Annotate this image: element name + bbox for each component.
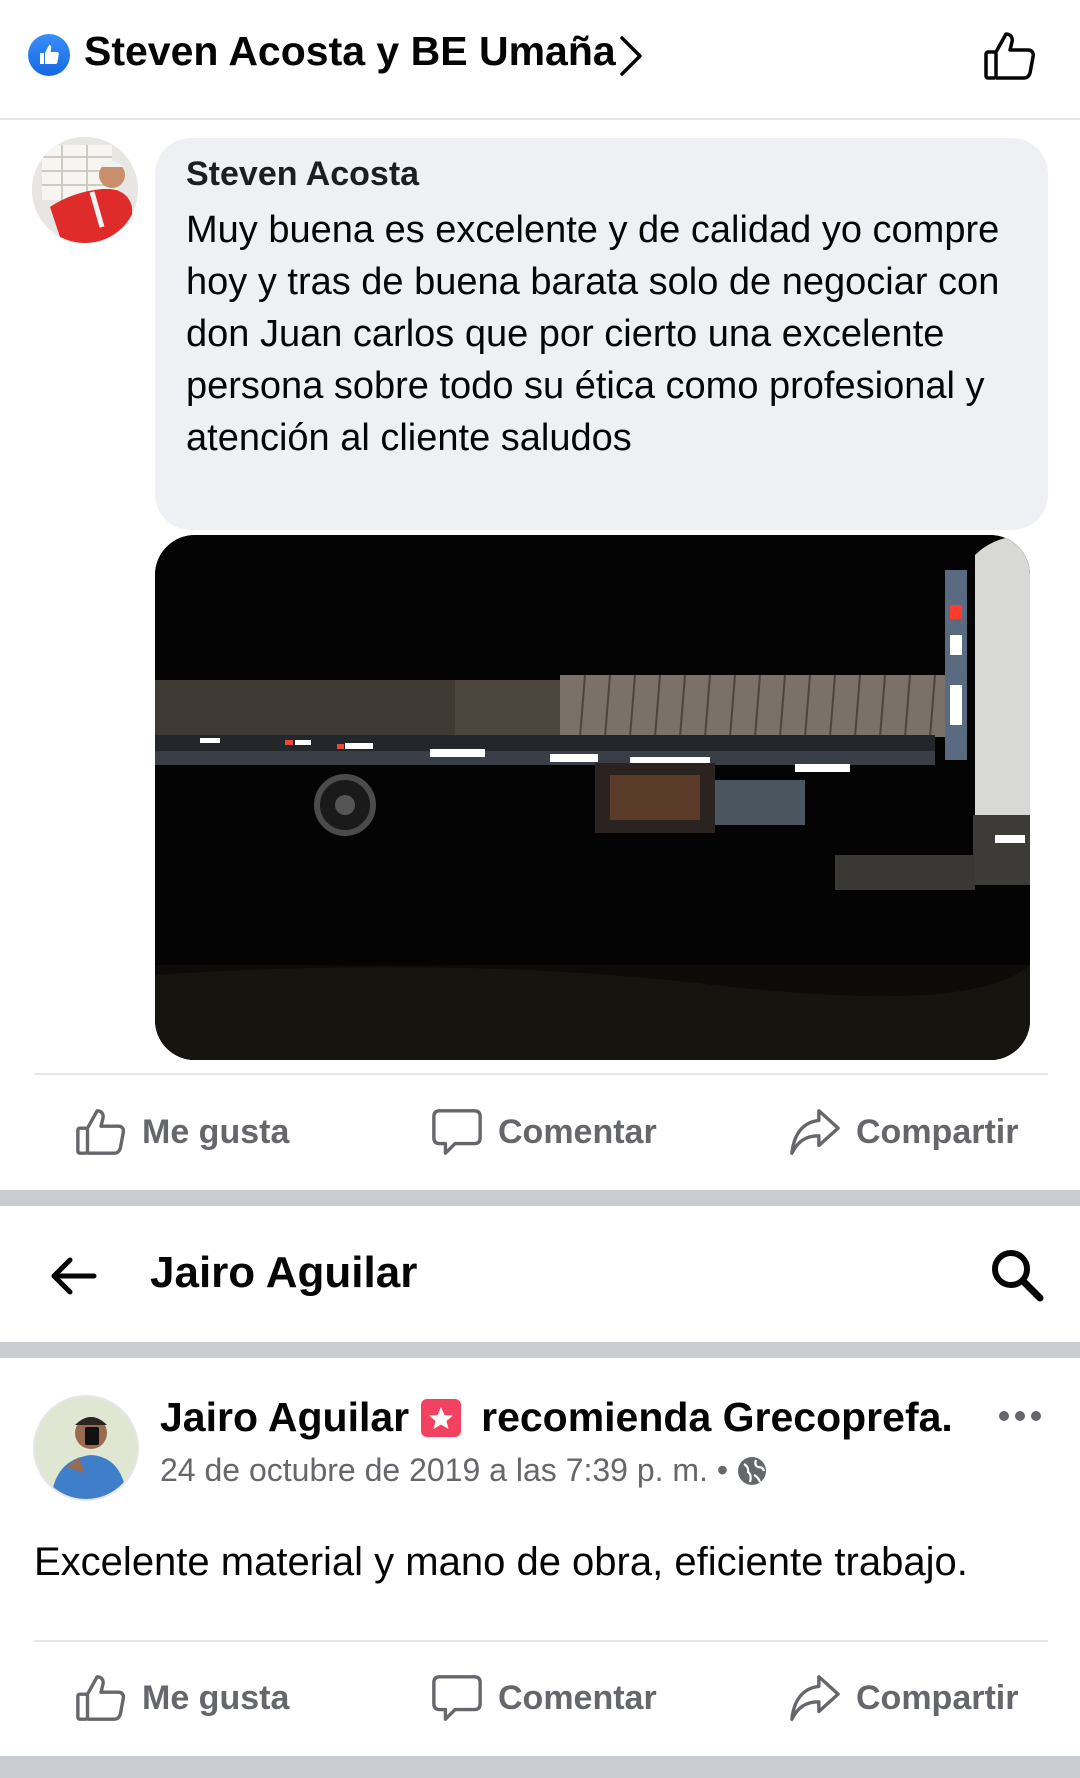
divider [34,1640,1048,1642]
comment-photo[interactable] [155,535,1030,1060]
post-actions: Me gusta Comentar Compartir [0,1092,1080,1172]
comment-label: Comentar [498,1112,657,1151]
avatar[interactable] [32,137,138,243]
share-button[interactable]: Compartir [788,1658,1018,1738]
like-button[interactable]: Me gusta [74,1658,289,1738]
divider [34,1073,1048,1075]
comment-author[interactable]: Steven Acosta [186,155,419,194]
more-options-icon[interactable] [998,1408,1042,1429]
like-icon [76,1675,126,1721]
share-label: Compartir [856,1678,1019,1717]
share-label: Compartir [856,1112,1019,1151]
recommend-icon [421,1398,462,1437]
section-separator [0,1190,1080,1206]
comment-label: Comentar [498,1678,657,1717]
like-reaction-icon [28,34,70,76]
back-arrow-icon[interactable] [48,1256,98,1301]
avatar[interactable] [33,1395,139,1501]
share-icon [790,1109,840,1155]
like-icon [76,1109,126,1155]
comment-button[interactable]: Comentar [430,1658,657,1738]
comment-button[interactable]: Comentar [430,1092,657,1172]
post-meta: 24 de octubre de 2019 a las 7:39 p. m. • [160,1452,768,1489]
like-label: Me gusta [142,1112,290,1151]
section-separator [0,1756,1080,1778]
like-button[interactable]: Me gusta [74,1092,289,1172]
thread-title[interactable]: Steven Acosta y BE Umaña [84,28,616,75]
like-outline-icon[interactable] [982,28,1038,89]
globe-icon [736,1455,768,1487]
post-author[interactable]: Jairo Aguilar [160,1394,409,1441]
comment-text: Muy buena es excelente y de calidad yo c… [186,209,1000,459]
post-actions: Me gusta Comentar Compartir [0,1658,1080,1738]
comment-thread-header: Steven Acosta y BE Umaña [0,0,1080,120]
profile-name: Jairo Aguilar [150,1248,418,1297]
comment-icon [432,1675,482,1721]
search-icon[interactable] [988,1246,1046,1309]
section-separator [0,1342,1080,1358]
profile-top-bar: Jairo Aguilar [0,1220,1080,1340]
share-icon [790,1675,840,1721]
post-timestamp[interactable]: 24 de octubre de 2019 a las 7:39 p. m. • [160,1452,728,1489]
share-button[interactable]: Compartir [788,1092,1018,1172]
post-header: Jairo Aguilar recomienda Grecoprefa. [160,1394,953,1441]
post-text: Excelente material y mano de obra, efici… [34,1540,968,1584]
like-label: Me gusta [142,1678,290,1717]
comment-icon [432,1109,482,1155]
recommends-text[interactable]: recomienda Grecoprefa. [481,1394,953,1441]
chevron-right-icon[interactable] [616,34,646,83]
